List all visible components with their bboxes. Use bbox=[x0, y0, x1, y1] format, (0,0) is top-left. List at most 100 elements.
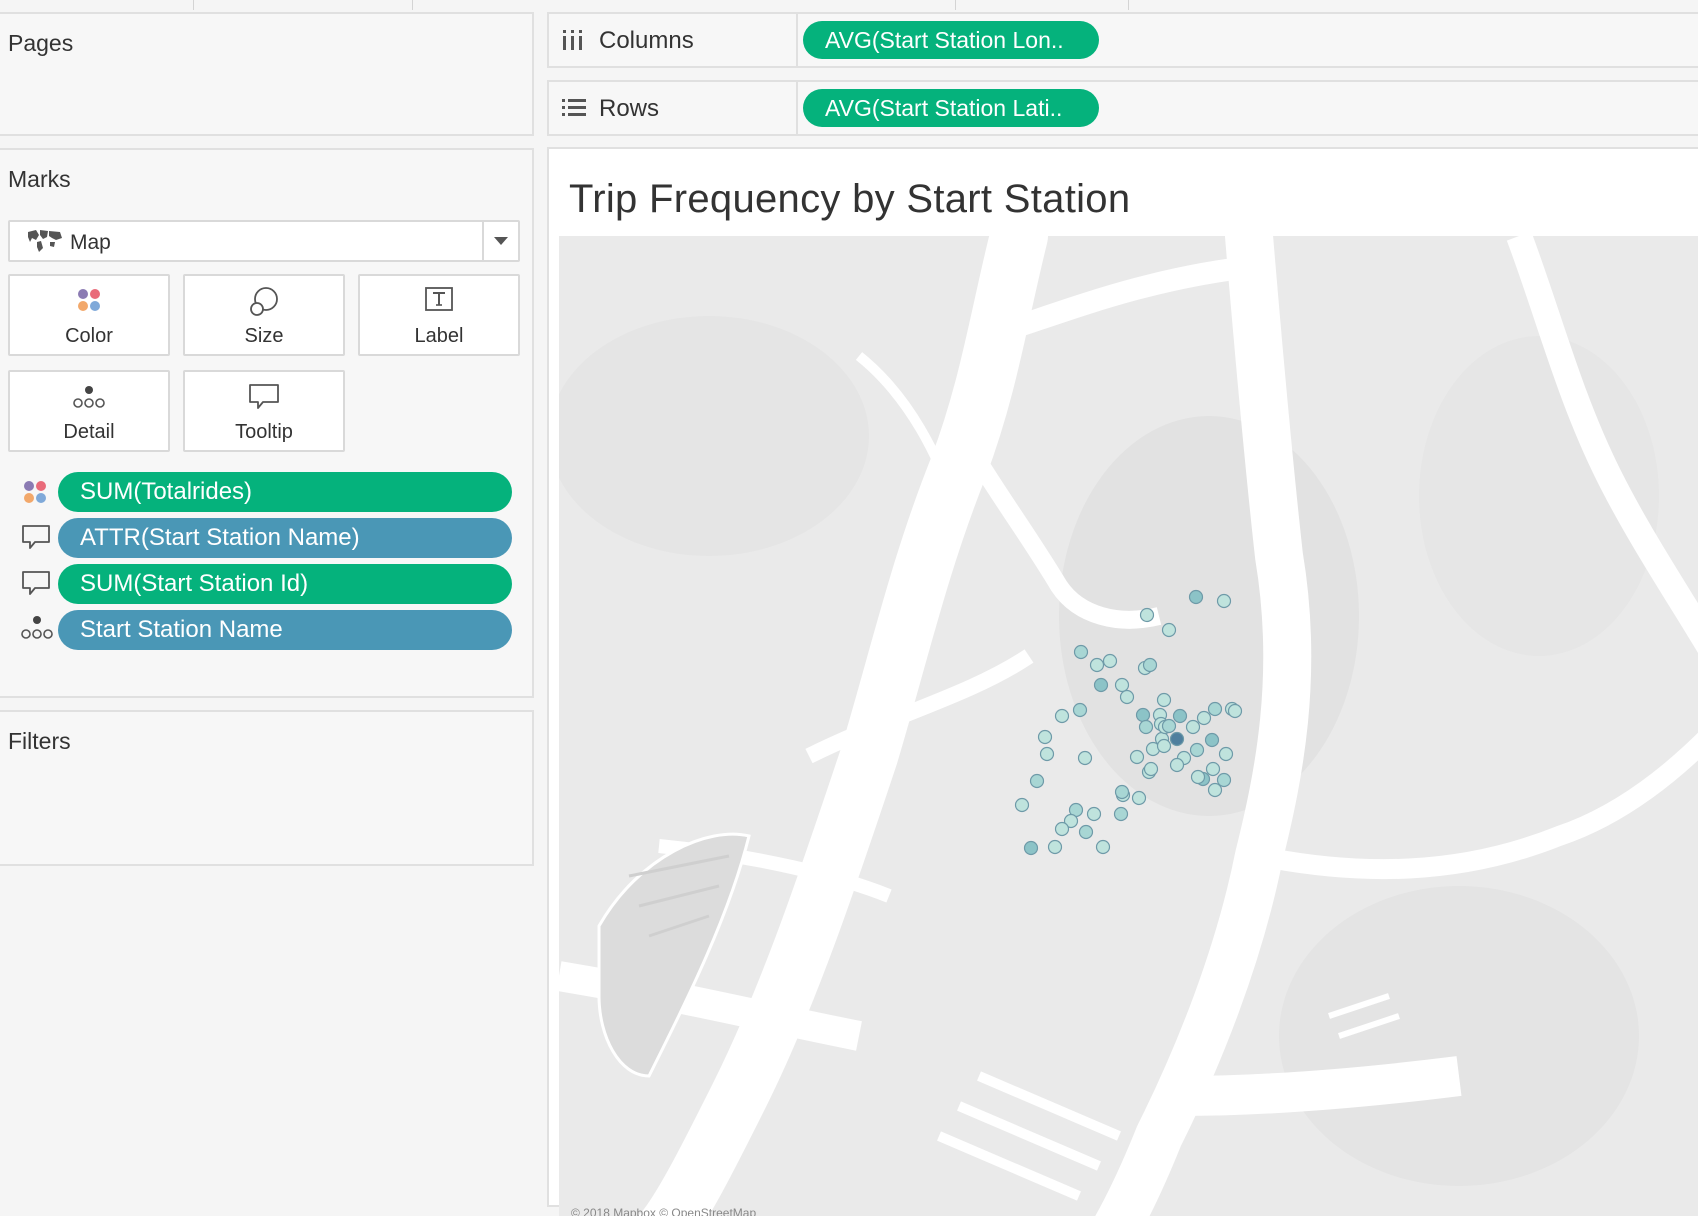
color-dots-icon bbox=[78, 289, 100, 311]
marks-field-pill[interactable]: ATTR(Start Station Name) bbox=[58, 518, 512, 558]
rows-label: Rows bbox=[599, 95, 660, 122]
tab-divider bbox=[1128, 0, 1129, 10]
station-point-mark[interactable] bbox=[1047, 839, 1063, 855]
map-canvas[interactable]: © 2018 Mapbox © OpenStreetMap bbox=[559, 236, 1698, 1216]
station-point-mark[interactable] bbox=[1189, 742, 1205, 758]
tooltip-bubble-icon bbox=[249, 384, 279, 409]
size-button-label: Size bbox=[244, 325, 284, 347]
detail-dots-icon bbox=[21, 616, 53, 639]
map-attribution: © 2018 Mapbox © OpenStreetMap bbox=[571, 1206, 757, 1216]
station-point-mark[interactable] bbox=[1142, 657, 1158, 673]
label-button-label: Label bbox=[414, 325, 464, 347]
marks-field-pill[interactable]: Start Station Name bbox=[58, 610, 512, 650]
mark-type-dropdown[interactable]: Map bbox=[8, 220, 520, 262]
chevron-down-icon[interactable] bbox=[494, 237, 508, 245]
marks-pane-title: Marks bbox=[8, 166, 71, 192]
size-button[interactable]: Size bbox=[183, 274, 345, 356]
station-point-mark[interactable] bbox=[1196, 710, 1212, 726]
station-point-mark[interactable] bbox=[1156, 692, 1172, 708]
toolbar-strip bbox=[0, 0, 1698, 12]
columns-icon bbox=[563, 30, 582, 50]
filters-pane[interactable]: Filters bbox=[0, 710, 534, 866]
filters-pane-title: Filters bbox=[8, 728, 71, 754]
station-point-mark[interactable] bbox=[1095, 839, 1111, 855]
tooltip-bubble-icon bbox=[22, 571, 50, 595]
station-point-mark[interactable] bbox=[1093, 677, 1109, 693]
worksheet-view: Trip Frequency by Start Station © 2018 M… bbox=[547, 147, 1698, 1216]
station-point-mark[interactable] bbox=[1216, 772, 1232, 788]
detail-dots-icon bbox=[73, 386, 105, 408]
station-point-mark[interactable] bbox=[1086, 806, 1102, 822]
station-point-mark[interactable] bbox=[1129, 749, 1145, 765]
station-point-mark[interactable] bbox=[1138, 719, 1154, 735]
station-point-mark[interactable] bbox=[1169, 757, 1185, 773]
station-point-mark[interactable] bbox=[1190, 769, 1206, 785]
tab-divider bbox=[193, 0, 194, 10]
station-point-mark[interactable] bbox=[1205, 761, 1221, 777]
station-point-mark[interactable] bbox=[1135, 707, 1151, 723]
tooltip-button-label: Tooltip bbox=[235, 421, 293, 443]
station-point-mark[interactable] bbox=[1139, 607, 1155, 623]
station-point-mark[interactable] bbox=[1029, 773, 1045, 789]
mark-type-label: Map bbox=[70, 231, 111, 254]
marks-field-pill[interactable]: SUM(Start Station Id) bbox=[58, 564, 512, 604]
marks-field-pill[interactable]: SUM(Totalrides) bbox=[58, 472, 512, 512]
detail-button-label: Detail bbox=[63, 421, 115, 443]
label-text-icon bbox=[425, 287, 453, 311]
columns-label: Columns bbox=[599, 27, 694, 54]
rows-shelf[interactable]: Rows AVG(Start Station Lati.. bbox=[547, 80, 1698, 136]
station-point-mark[interactable] bbox=[1037, 729, 1053, 745]
label-button[interactable]: Label bbox=[358, 274, 520, 356]
station-point-mark[interactable] bbox=[1113, 806, 1129, 822]
detail-button[interactable]: Detail bbox=[8, 370, 170, 452]
tooltip-bubble-icon bbox=[22, 525, 50, 549]
columns-shelf[interactable]: Columns AVG(Start Station Lon.. bbox=[547, 12, 1698, 68]
view-title: Trip Frequency by Start Station bbox=[569, 177, 1131, 221]
rows-icon bbox=[562, 99, 586, 116]
station-point-mark[interactable] bbox=[1014, 797, 1030, 813]
color-button-label: Color bbox=[65, 325, 113, 347]
station-point-mark[interactable] bbox=[1114, 784, 1130, 800]
station-point-mark[interactable] bbox=[1143, 761, 1159, 777]
station-point-mark[interactable] bbox=[1054, 821, 1070, 837]
station-point-mark[interactable] bbox=[1077, 750, 1093, 766]
station-point-mark[interactable] bbox=[1185, 719, 1201, 735]
station-point-mark[interactable] bbox=[1207, 701, 1223, 717]
color-button[interactable]: Color bbox=[8, 274, 170, 356]
size-circles-icon bbox=[250, 287, 278, 316]
station-point-mark[interactable] bbox=[1169, 731, 1185, 747]
tab-divider bbox=[955, 0, 956, 10]
color-dots-icon bbox=[24, 481, 46, 503]
station-point-mark[interactable] bbox=[1218, 746, 1234, 762]
station-point-mark[interactable] bbox=[1089, 657, 1105, 673]
station-point-mark[interactable] bbox=[1078, 824, 1094, 840]
station-point-mark[interactable] bbox=[1073, 644, 1089, 660]
station-point-mark[interactable] bbox=[1102, 653, 1118, 669]
station-point-mark[interactable] bbox=[1216, 593, 1232, 609]
shelf-divider bbox=[796, 82, 798, 134]
station-point-mark[interactable] bbox=[1204, 732, 1220, 748]
station-point-mark[interactable] bbox=[1023, 840, 1039, 856]
station-point-mark[interactable] bbox=[1072, 702, 1088, 718]
station-points-layer[interactable] bbox=[559, 236, 1698, 1216]
station-point-mark[interactable] bbox=[1161, 718, 1177, 734]
station-point-mark[interactable] bbox=[1039, 746, 1055, 762]
world-map-icon bbox=[28, 230, 62, 252]
station-point-mark[interactable] bbox=[1188, 589, 1204, 605]
columns-field-pill[interactable]: AVG(Start Station Lon.. bbox=[803, 21, 1099, 59]
pages-pane-title: Pages bbox=[8, 30, 74, 56]
rows-field-pill[interactable]: AVG(Start Station Lati.. bbox=[803, 89, 1099, 127]
station-point-mark[interactable] bbox=[1172, 708, 1188, 724]
station-point-mark[interactable] bbox=[1156, 738, 1172, 754]
shelf-divider bbox=[796, 14, 798, 66]
tooltip-button[interactable]: Tooltip bbox=[183, 370, 345, 452]
station-point-mark[interactable] bbox=[1161, 622, 1177, 638]
pages-pane[interactable]: Pages bbox=[0, 12, 534, 136]
station-point-mark[interactable] bbox=[1227, 703, 1243, 719]
station-point-mark[interactable] bbox=[1131, 790, 1147, 806]
tab-divider bbox=[412, 0, 413, 10]
dropdown-divider bbox=[482, 222, 484, 260]
station-point-mark[interactable] bbox=[1114, 677, 1130, 693]
station-point-mark[interactable] bbox=[1054, 708, 1070, 724]
station-point-mark[interactable] bbox=[1119, 689, 1135, 705]
